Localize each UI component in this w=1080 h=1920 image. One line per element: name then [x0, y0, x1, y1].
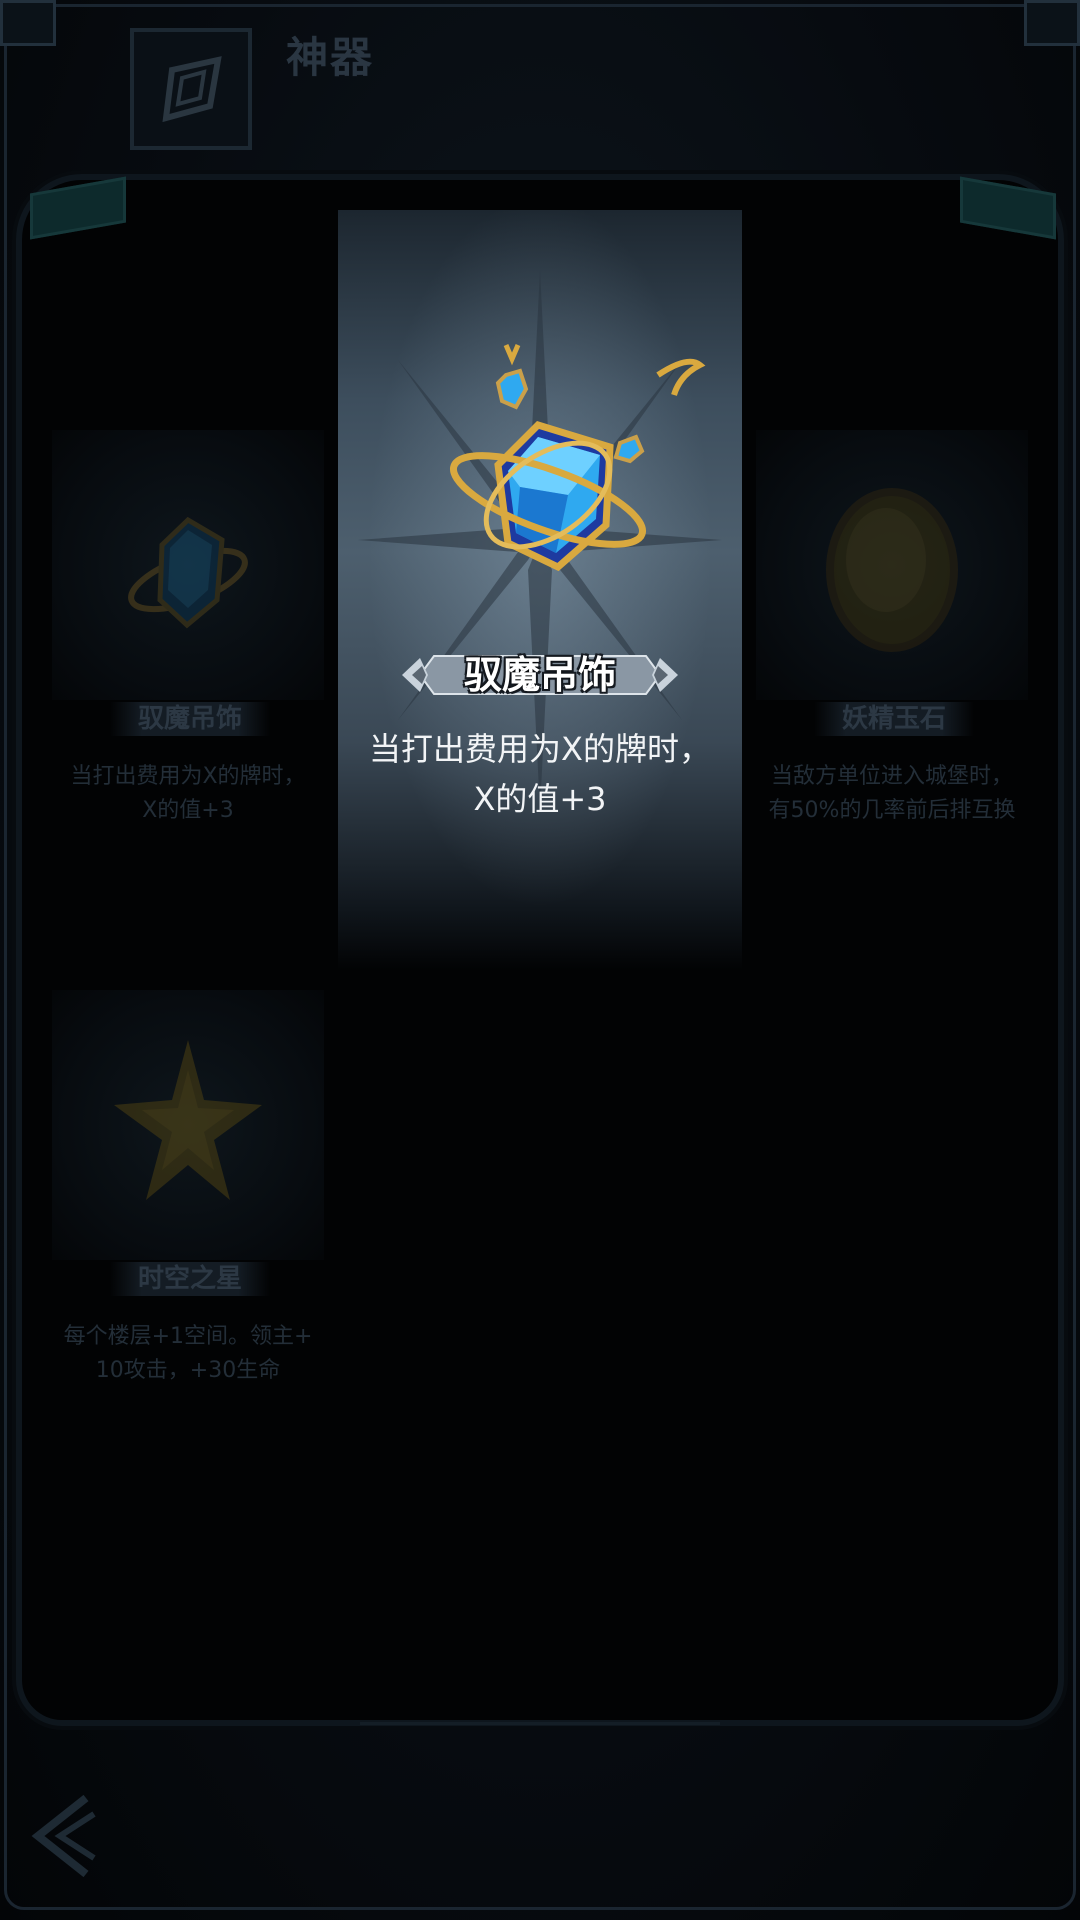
artifact-description: 当敌方单位进入城堡时， 有50%的几率前后排互换 [756, 760, 1028, 828]
artifact-card-pendant[interactable]: 驭魔吊饰 当打出费用为X的牌时， X的值+3 [52, 430, 324, 840]
artifact-name: 时空之星 [110, 1262, 270, 1296]
artifact-screen: 神器 驭魔吊饰 当打出费用为X的牌时， X的值+3 妖精玉石 当敌方单位进入城堡… [0, 0, 1080, 1920]
page-title: 神器 [286, 33, 375, 82]
artifact-description: 当打出费用为X的牌时， X的值+3 [52, 760, 324, 828]
artifact-emblem-icon [130, 28, 252, 150]
frame-corner-top-right [1024, 0, 1080, 46]
artifact-image-area [756, 430, 1028, 700]
artifact-description-line: X的值+3 [142, 798, 234, 823]
back-arrow-icon [31, 1794, 96, 1878]
selected-artifact-description: 当打出费用为X的牌时， X的值+3 [338, 724, 742, 824]
panel-bottom-ornament [360, 1722, 720, 1741]
artifact-description-line: 每个楼层+1空间。领主+ [63, 1324, 313, 1349]
blue-crystal-pendant-icon [449, 344, 706, 572]
artifact-description-line: 10攻击，+30生命 [95, 1358, 281, 1383]
selected-artifact-description-line: 当打出费用为X的牌时， [369, 730, 711, 768]
artifact-description-line: 有50%的几率前后排互换 [768, 798, 1016, 823]
artifact-description-line: 当打出费用为X的牌时， [70, 764, 306, 789]
artifact-card-star[interactable]: 时空之星 每个楼层+1空间。领主+ 10攻击，+30生命 [52, 990, 324, 1400]
golden-star-icon [114, 1040, 262, 1200]
selected-artifact-description-line: X的值+3 [473, 780, 607, 818]
artifact-card-jade[interactable]: 妖精玉石 当敌方单位进入城堡时， 有50%的几率前后排互换 [756, 430, 1028, 840]
artifact-name: 驭魔吊饰 [110, 702, 270, 736]
yellow-jade-stone-icon [826, 488, 958, 652]
artifact-description-line: 当敌方单位进入城堡时， [770, 764, 1013, 789]
back-button[interactable] [24, 1790, 104, 1880]
selected-artifact-card[interactable]: 驭魔吊饰 当打出费用为X的牌时， X的值+3 [338, 210, 742, 970]
artifact-image-area [52, 430, 324, 700]
blue-crystal-pendant-icon [128, 516, 248, 629]
artifact-name: 妖精玉石 [814, 702, 974, 736]
frame-corner-top-left [0, 0, 56, 46]
selected-artifact-name: 驭魔吊饰 [463, 653, 616, 697]
artifact-image-area [52, 990, 324, 1260]
selected-artifact-name-banner: 驭魔吊饰 [398, 650, 682, 700]
artifact-description: 每个楼层+1空间。领主+ 10攻击，+30生命 [52, 1320, 324, 1388]
